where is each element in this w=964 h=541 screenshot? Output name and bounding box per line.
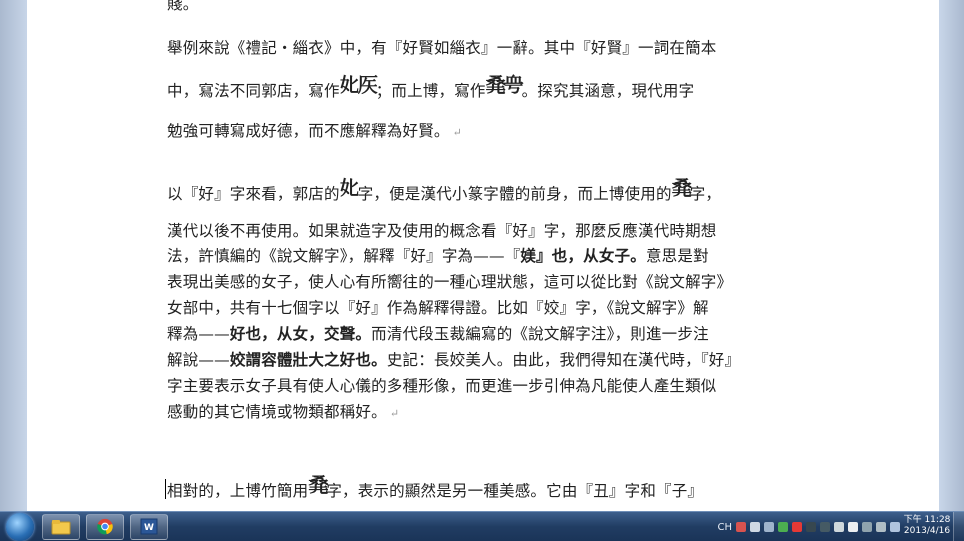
svg-text:W: W xyxy=(144,523,154,533)
capture-icon[interactable] xyxy=(806,522,816,532)
document-area: 賤。 舉例來說《禮記‧緇衣》中，有『好賢如緇衣』一辭。其中『好賢』一詞在簡本 中… xyxy=(0,0,964,511)
text-line: 字主要表示女子具有使人心儀的多種形像，而更進一步引伸為凡能使人產生類似 xyxy=(167,377,717,395)
text-cursor xyxy=(165,479,166,499)
clock-date: 2013/4/16 xyxy=(903,526,951,536)
word-icon: W xyxy=(140,518,158,535)
text-line: 法，許慎編的《說文解字》，解釋『好』字為——『媄』也，从女子。意思是對 xyxy=(167,246,709,265)
text-line: 漢代以後不再使用。如果就造字及使用的概念看『好』字，那麼反應漢代時期想 xyxy=(167,222,717,240)
text-line: 勉強可轉寫成好德，而不應解釋為好賢。 ↵ xyxy=(167,122,463,140)
display-icon[interactable] xyxy=(862,522,872,532)
text-line: 以『好』字來看，郭店的𡚧字，便是漢代小篆字體的前身，而上博使用的𠭌字， xyxy=(167,176,722,203)
show-desktop-button[interactable] xyxy=(953,512,964,541)
chrome-icon xyxy=(97,518,113,535)
folder-icon xyxy=(51,520,71,535)
paragraph-mark-icon: ↵ xyxy=(389,407,400,420)
text-line: 解說——姣謂容體壯大之好也。史記：長姣美人。由此，我們得知在漢代時，『好』 xyxy=(167,350,741,369)
document-page[interactable]: 賤。 舉例來說《禮記‧緇衣》中，有『好賢如緇衣』一辭。其中『好賢』一詞在簡本 中… xyxy=(27,0,939,511)
pen-icon[interactable] xyxy=(764,522,774,532)
power-icon[interactable] xyxy=(890,522,900,532)
taskbar-explorer-button[interactable] xyxy=(42,514,80,540)
antivirus-icon[interactable] xyxy=(792,522,802,532)
text-line: 中，寫法不同郭店，寫作𡚧𥎦；而上博，寫作𠭌𧖨。探究其涵意，現代用字 xyxy=(167,73,695,100)
ancient-glyph-hao-guodian: 𡚧 xyxy=(339,176,360,200)
taskbar-chrome-button[interactable] xyxy=(86,514,124,540)
network-app-icon[interactable] xyxy=(778,522,788,532)
text-line: 表現出美感的女子，使人心有所嚮往的一種心理狀態，這可以從比對《說文解字》 xyxy=(167,273,733,291)
left-gutter xyxy=(0,0,27,511)
text-line: 相對的，上博竹簡用𠭌字，表示的顯然是另一種美感。它由『丑』字和『子』 xyxy=(167,473,704,500)
clock-time: 下午 11:28 xyxy=(903,515,951,525)
language-indicator[interactable]: CH xyxy=(717,522,732,533)
flag-icon[interactable] xyxy=(848,522,858,532)
ancient-glyph-guodian: 𡚧𥎦 xyxy=(339,73,378,97)
volume-icon[interactable] xyxy=(834,522,844,532)
text-line: 賤。 xyxy=(167,0,199,13)
keyboard-icon[interactable] xyxy=(750,522,760,532)
taskbar: W CH 下午 11:28 2013/4/16 xyxy=(0,511,964,541)
clock[interactable]: 下午 11:28 2013/4/16 xyxy=(902,515,952,537)
text-line: 舉例來說《禮記‧緇衣》中，有『好賢如緇衣』一辭。其中『好賢』一詞在簡本 xyxy=(167,39,717,57)
network-icon[interactable] xyxy=(876,522,886,532)
start-orb-icon[interactable] xyxy=(6,513,34,541)
ancient-glyph-shangbo: 𠭌𧖨 xyxy=(485,73,524,97)
ancient-glyph-hao-shangbo: 𠭌 xyxy=(671,176,692,200)
right-gutter xyxy=(940,0,964,511)
ancient-glyph-hao-shangbo: 𠭌 xyxy=(308,473,328,497)
system-tray: CH xyxy=(717,520,900,534)
sync-icon[interactable] xyxy=(820,522,830,532)
text-line: 女部中，共有十七個字以『好』作為解釋得證。比如『姣』字，《說文解字》解 xyxy=(167,299,709,317)
text-line: 釋為——好也，从女，交聲。而清代段玉裁編寫的《說文解字注》，則進一步注 xyxy=(167,324,709,343)
taskbar-word-button[interactable]: W xyxy=(130,514,168,540)
text-line: 感動的其它情境或物類都稱好。 ↵ xyxy=(167,403,400,421)
paragraph-mark-icon: ↵ xyxy=(452,126,463,139)
ime-icon[interactable] xyxy=(736,522,746,532)
